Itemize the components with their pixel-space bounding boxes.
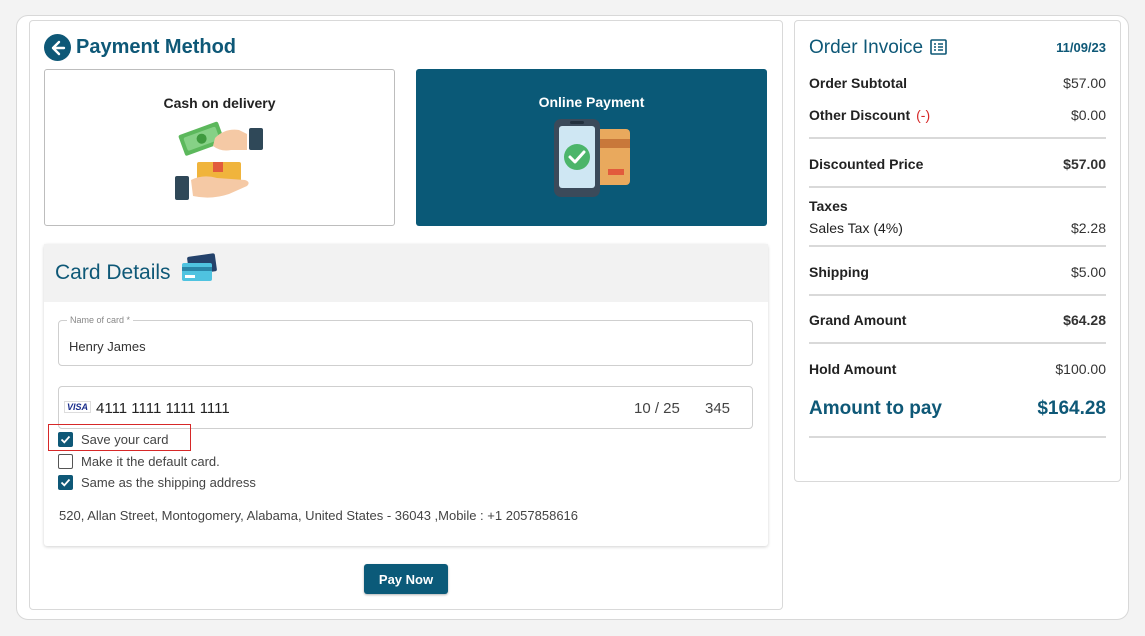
card-cvc-input[interactable]: 345 bbox=[705, 400, 730, 417]
card-details-title: Card Details bbox=[55, 261, 171, 284]
online-payment-option[interactable]: Online Payment bbox=[416, 69, 767, 226]
amount-to-pay-label: Amount to pay bbox=[809, 398, 942, 419]
cash-exchange-icon bbox=[175, 121, 263, 200]
same-shipping-checkbox[interactable] bbox=[58, 475, 73, 490]
shipping-value: $5.00 bbox=[1070, 264, 1106, 280]
card-details-section: Card Details Name of card * VISA 4111 11… bbox=[44, 244, 768, 546]
sales-tax-value: $2.28 bbox=[1070, 220, 1106, 236]
other-discount-label: Other Discount bbox=[809, 107, 911, 123]
card-expiry-input[interactable]: 10 / 25 bbox=[634, 400, 680, 417]
check-icon bbox=[60, 478, 71, 487]
hold-amount-label: Hold Amount bbox=[809, 361, 897, 377]
invoice-divider bbox=[809, 342, 1106, 344]
other-discount-label-group: Other Discount (-) bbox=[809, 107, 930, 123]
order-subtotal-value: $57.00 bbox=[1063, 75, 1106, 91]
card-number-input[interactable]: 4111 1111 1111 1111 bbox=[96, 400, 230, 417]
shipping-address: 520, Allan Street, Montogomery, Alabama,… bbox=[59, 508, 579, 523]
same-shipping-checkbox-row[interactable]: Same as the shipping address bbox=[58, 475, 256, 490]
invoice-title: Order Invoice bbox=[809, 37, 924, 58]
arrow-left-icon bbox=[51, 40, 65, 55]
check-icon bbox=[60, 435, 71, 444]
save-card-checkbox-row[interactable]: Save your card bbox=[58, 432, 168, 447]
invoice-date: 11/09/23 bbox=[1056, 40, 1106, 55]
amount-to-pay-value: $164.28 bbox=[1037, 398, 1106, 419]
same-shipping-label: Same as the shipping address bbox=[81, 475, 256, 490]
credit-cards-icon bbox=[182, 253, 217, 281]
online-payment-label: Online Payment bbox=[538, 94, 645, 110]
taxes-label: Taxes bbox=[809, 198, 848, 214]
mobile-payment-icon bbox=[554, 119, 630, 197]
save-card-label: Save your card bbox=[81, 432, 169, 447]
page-title: Payment Method bbox=[76, 36, 237, 58]
name-on-card-label: Name of card * bbox=[67, 315, 134, 325]
cash-on-delivery-label: Cash on delivery bbox=[163, 95, 276, 111]
discounted-price-label: Discounted Price bbox=[809, 156, 924, 172]
save-card-checkbox[interactable] bbox=[58, 432, 73, 447]
visa-icon: VISA bbox=[64, 401, 92, 413]
name-on-card-input[interactable] bbox=[69, 339, 369, 354]
shipping-label: Shipping bbox=[809, 264, 869, 280]
invoice-divider bbox=[809, 186, 1106, 188]
name-on-card-field[interactable]: Name of card * bbox=[58, 315, 753, 366]
grand-amount-label: Grand Amount bbox=[809, 312, 907, 328]
back-button[interactable] bbox=[44, 34, 71, 61]
card-details-header: Card Details bbox=[44, 244, 768, 302]
default-card-label: Make it the default card. bbox=[81, 454, 220, 469]
discount-minus-sign: (-) bbox=[916, 107, 931, 123]
invoice-divider bbox=[809, 245, 1106, 247]
sales-tax-label: Sales Tax (4%) bbox=[809, 220, 903, 236]
default-card-checkbox[interactable] bbox=[58, 454, 73, 469]
invoice-list-icon bbox=[930, 39, 947, 55]
invoice-divider bbox=[809, 436, 1106, 438]
pay-now-button[interactable]: Pay Now bbox=[364, 564, 448, 594]
invoice-divider bbox=[809, 294, 1106, 296]
default-card-checkbox-row[interactable]: Make it the default card. bbox=[58, 454, 220, 469]
invoice-divider bbox=[809, 137, 1106, 139]
grand-amount-value: $64.28 bbox=[1063, 312, 1106, 328]
hold-amount-value: $100.00 bbox=[1055, 361, 1106, 377]
cash-on-delivery-option[interactable]: Cash on delivery bbox=[44, 69, 395, 226]
discounted-price-value: $57.00 bbox=[1063, 156, 1106, 172]
order-subtotal-label: Order Subtotal bbox=[809, 75, 908, 91]
other-discount-value: $0.00 bbox=[1070, 107, 1106, 123]
card-number-field[interactable]: VISA 4111 1111 1111 1111 10 / 25 345 bbox=[58, 386, 753, 429]
